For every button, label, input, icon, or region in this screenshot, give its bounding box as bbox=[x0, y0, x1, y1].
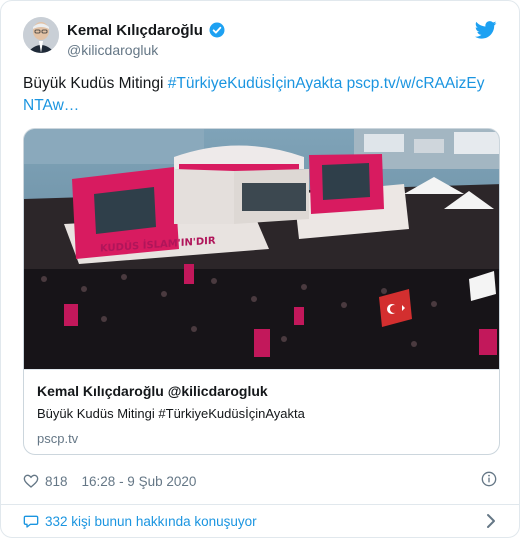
preview-domain: pscp.tv bbox=[37, 431, 79, 446]
tweet-header: Kemal Kılıçdaroğlu @kilicdarogluk bbox=[23, 15, 501, 61]
preview-image[interactable]: KUDÜS İSLAM'IN'DIR bbox=[24, 129, 500, 369]
preview-title: Kemal Kılıçdaroğlu @kilicdarogluk bbox=[37, 383, 268, 399]
info-icon[interactable] bbox=[481, 471, 497, 487]
tweet-card[interactable]: Kemal Kılıçdaroğlu @kilicdarogluk Büyük … bbox=[0, 0, 520, 538]
link-preview-card[interactable]: KUDÜS İSLAM'IN'DIR Kemal Kılıçdaroğlu @k… bbox=[23, 128, 500, 455]
preview-description: Büyük Kudüs Mitingi #TürkiyeKudüsİçinAya… bbox=[37, 406, 305, 421]
conversation-link[interactable]: 332 kişi bunun hakkında konuşuyor bbox=[23, 511, 257, 531]
speech-bubble-icon bbox=[23, 515, 39, 528]
tweet-footer: 818 16:28 - 9 Şub 2020 bbox=[23, 471, 196, 491]
author-avatar[interactable] bbox=[23, 17, 59, 53]
like-count[interactable]: 818 bbox=[45, 474, 68, 489]
verified-badge-icon bbox=[209, 22, 225, 38]
author-handle[interactable]: @kilicdarogluk bbox=[67, 42, 158, 58]
author-name[interactable]: Kemal Kılıçdaroğlu bbox=[67, 22, 203, 39]
divider bbox=[1, 504, 520, 505]
hashtag-link[interactable]: #TürkiyeKudüsİçinAyakta bbox=[168, 75, 343, 92]
tweet-text-plain: Büyük Kudüs Mitingi bbox=[23, 75, 168, 92]
heart-icon[interactable] bbox=[23, 473, 39, 489]
tweet-text: Büyük Kudüs Mitingi #TürkiyeKudüsİçinAya… bbox=[23, 73, 493, 117]
conversation-label: 332 kişi bunun hakkında konuşuyor bbox=[45, 513, 257, 529]
preview-meta: Kemal Kılıçdaroğlu @kilicdarogluk Büyük … bbox=[24, 369, 499, 454]
tweet-timestamp[interactable]: 16:28 - 9 Şub 2020 bbox=[82, 474, 197, 489]
twitter-bird-icon[interactable] bbox=[475, 21, 497, 39]
chevron-right-icon[interactable] bbox=[485, 513, 497, 529]
